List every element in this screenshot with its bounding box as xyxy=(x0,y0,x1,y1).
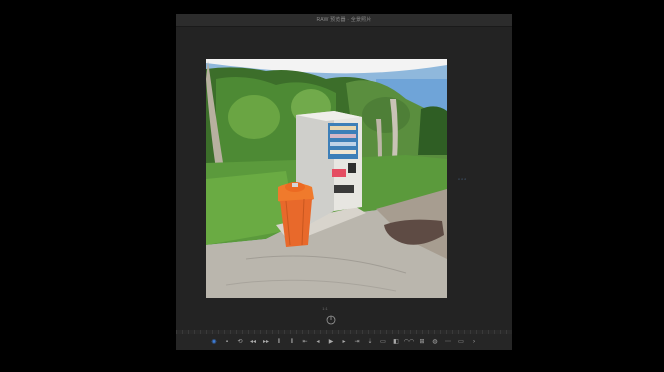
app-window: RAW 预览器 · 全景照片 ◦◦◦ 1:1 ◉ ▪ ⟲ ◂◂ ▸▸ ⦀ ⦀ ⇤… xyxy=(176,14,512,350)
resize-handle[interactable]: ◦◦◦ xyxy=(458,177,467,183)
step-forward-icon[interactable]: ▸▸ xyxy=(263,339,270,346)
window-title: RAW 预览器 · 全景照片 xyxy=(176,14,512,27)
power-fit-icon[interactable] xyxy=(326,315,336,325)
loop-icon[interactable]: ⟲ xyxy=(237,339,244,346)
program-monitor[interactable]: ◦◦◦ 1:1 xyxy=(176,27,512,343)
step-back-icon[interactable]: ◂◂ xyxy=(250,339,257,346)
mark-in-icon[interactable]: ▪ xyxy=(224,339,231,346)
play-icon[interactable]: ▶ xyxy=(328,339,335,346)
out-point-icon[interactable]: ⦀ xyxy=(289,339,296,346)
settings-icon[interactable]: ⋯ xyxy=(445,339,452,346)
overlay-icon[interactable]: ▭ xyxy=(380,339,387,346)
panorama-photo[interactable] xyxy=(206,59,447,298)
stereo-icon[interactable]: ⊞ xyxy=(419,339,426,346)
in-point-icon[interactable]: ⦀ xyxy=(276,339,283,346)
rewind-icon[interactable]: ◂ xyxy=(315,339,322,346)
compare-icon[interactable]: ◧ xyxy=(393,339,400,346)
go-to-out-icon[interactable]: ⇥ xyxy=(354,339,361,346)
more-icon[interactable]: › xyxy=(471,339,478,346)
vr-icon[interactable]: ◠◠ xyxy=(404,339,414,346)
transport-controls: ◉ ▪ ⟲ ◂◂ ▸▸ ⦀ ⦀ ⇤ ◂ ▶ ▸ ⇥ ⇣ ▭ ◧ ◠◠ ⊞ ◍ ⋯ ▭ › xyxy=(176,334,512,350)
zoom-label: 1:1 xyxy=(322,306,328,311)
forward-icon[interactable]: ▸ xyxy=(341,339,348,346)
export-icon[interactable]: ▭ xyxy=(458,339,465,346)
view-mode-icon[interactable]: ◉ xyxy=(211,339,218,346)
insert-icon[interactable]: ⇣ xyxy=(367,339,374,346)
go-to-in-icon[interactable]: ⇤ xyxy=(302,339,309,346)
camera-icon[interactable]: ◍ xyxy=(432,339,439,346)
